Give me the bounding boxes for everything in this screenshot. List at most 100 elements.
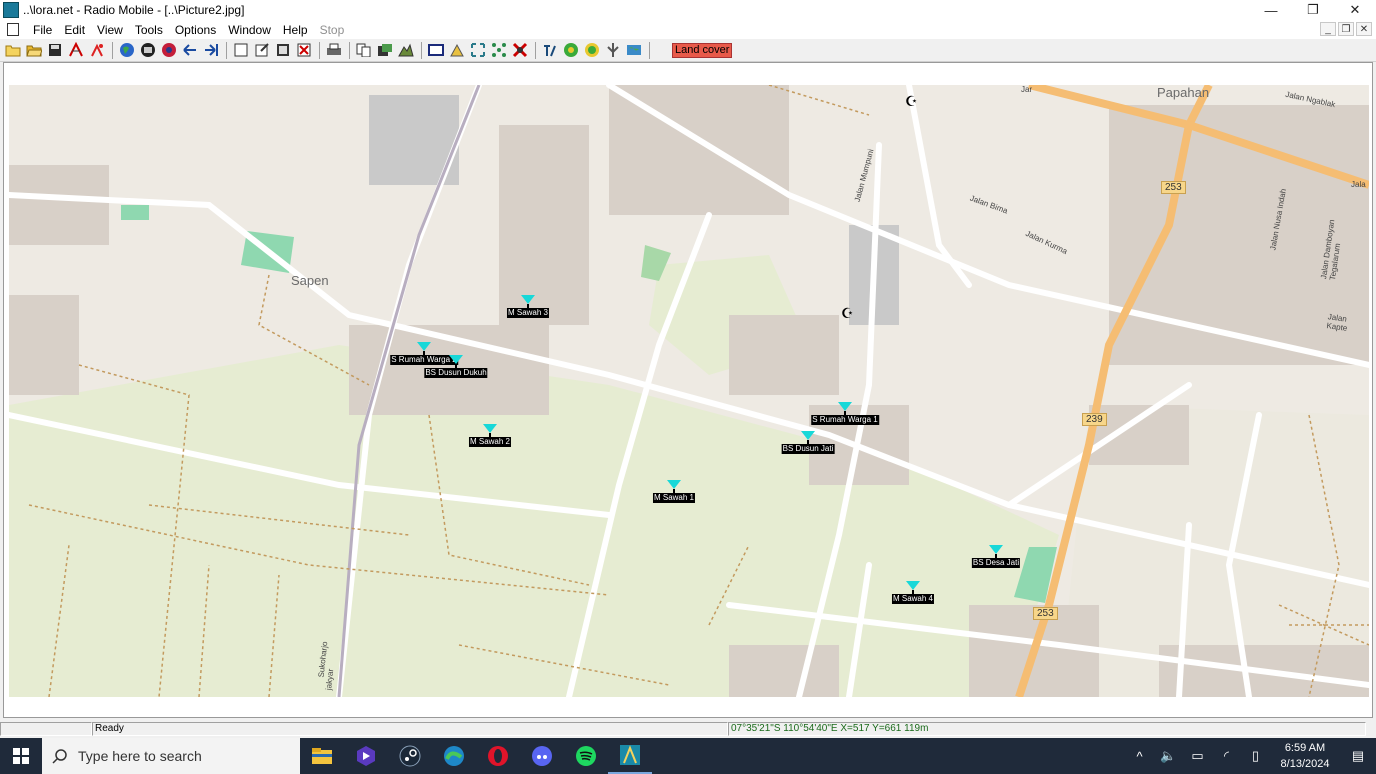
status-panel-left — [0, 722, 92, 736]
unit-marker-icon — [801, 431, 815, 440]
polar-coverage-icon[interactable] — [468, 41, 487, 60]
street-label-jar: Jar — [1021, 85, 1033, 94]
new-file-icon[interactable] — [3, 41, 22, 60]
discord-icon[interactable] — [520, 738, 564, 774]
print-icon[interactable] — [324, 41, 343, 60]
notification-icon[interactable]: ▤ — [1340, 748, 1376, 764]
map-properties-icon[interactable] — [138, 41, 157, 60]
menu-stop: Stop — [319, 22, 345, 37]
radio-mobile-taskbar-icon[interactable] — [608, 738, 652, 774]
clock-time: 6:59 AM — [1284, 742, 1326, 754]
unit-marker-icon — [667, 480, 681, 489]
road-number-badge: 253 — [1033, 607, 1058, 620]
spotify-icon[interactable] — [564, 738, 608, 774]
copy-picture-icon[interactable] — [273, 41, 292, 60]
edit-picture-icon[interactable] — [252, 41, 271, 60]
mdi-child-controls: _ ❐ ✕ — [1320, 22, 1372, 36]
toolbar-separator — [349, 41, 350, 59]
unit-label: M Sawah 3 — [506, 308, 550, 318]
start-button[interactable] — [0, 738, 42, 774]
menu-window[interactable]: Window — [222, 23, 277, 37]
search-placeholder: Type here to search — [78, 748, 202, 764]
document-icon[interactable] — [7, 23, 19, 36]
map-background — [9, 85, 1369, 697]
world-map-icon[interactable] — [624, 41, 643, 60]
windows-logo-icon — [13, 748, 29, 764]
window-controls: — ❐ ✕ — [1250, 0, 1376, 20]
mdi-close-button[interactable]: ✕ — [1356, 22, 1372, 36]
elevation-map-icon[interactable] — [396, 41, 415, 60]
wifi-icon[interactable]: ◜ — [1212, 748, 1241, 764]
unit-properties-icon[interactable] — [87, 41, 106, 60]
unit-label: BS Dusun Jati — [781, 444, 835, 454]
street-label-jala: Jala — [1351, 180, 1366, 189]
toolbar-separator — [535, 41, 536, 59]
radio-coverage-icon[interactable] — [159, 41, 178, 60]
status-ready: Ready — [92, 722, 728, 736]
title-bar: ..\lora.net - Radio Mobile - [..\Picture… — [0, 0, 1376, 20]
land-cover-button[interactable]: Land cover — [672, 42, 733, 58]
chevron-up-icon[interactable]: ^ — [1125, 749, 1154, 764]
arrow-left-icon[interactable] — [180, 41, 199, 60]
mdi-restore-button[interactable]: ❐ — [1338, 22, 1354, 36]
antenna-icon[interactable] — [603, 41, 622, 60]
battery-icon[interactable]: ▭ — [1183, 748, 1212, 764]
window-title: ..\lora.net - Radio Mobile - [..\Picture… — [23, 3, 245, 17]
network-properties-icon[interactable] — [66, 41, 85, 60]
unit-label: S Rumah Warga 2 — [390, 355, 458, 365]
radio-mobile-app-icon — [3, 2, 19, 18]
taskbar-search-box[interactable]: Type here to search — [42, 738, 300, 774]
close-button[interactable]: ✕ — [1334, 0, 1376, 20]
unit-marker-icon — [417, 342, 431, 351]
menu-file[interactable]: File — [27, 23, 58, 37]
menu-options[interactable]: Options — [169, 23, 222, 37]
clipchamp-icon[interactable] — [344, 738, 388, 774]
unit-label: M Sawah 4 — [891, 594, 935, 604]
opera-icon[interactable] — [476, 738, 520, 774]
unit-marker-icon — [521, 295, 535, 304]
minimize-button[interactable]: — — [1250, 0, 1292, 20]
picture-window: Sapen Papahan Jalan Ngablak Jalan Bima J… — [3, 62, 1373, 718]
globe-icon[interactable] — [117, 41, 136, 60]
unit-marker-icon — [449, 355, 463, 364]
route-coverage-icon[interactable] — [540, 41, 559, 60]
clock-date: 8/13/2024 — [1280, 758, 1330, 770]
menu-help[interactable]: Help — [277, 23, 314, 37]
new-window-icon[interactable] — [231, 41, 250, 60]
copy-icon[interactable] — [354, 41, 373, 60]
toolbar: Land cover — [0, 39, 1376, 62]
menu-edit[interactable]: Edit — [58, 23, 91, 37]
mdi-minimize-button[interactable]: _ — [1320, 22, 1336, 36]
merge-pictures-icon[interactable] — [375, 41, 394, 60]
find-best-site-icon[interactable] — [561, 41, 580, 60]
unit-label: M Sawah 2 — [468, 437, 512, 447]
road-number-badge: 239 — [1082, 413, 1107, 426]
volume-icon[interactable]: 🔈 — [1154, 748, 1183, 764]
open-folder-icon[interactable] — [24, 41, 43, 60]
interference-icon[interactable] — [510, 41, 529, 60]
status-coordinates: 07°35'21"S 110°54'40"E X=517 Y=661 119m — [728, 722, 1366, 736]
toolbar-separator — [112, 41, 113, 59]
delete-picture-icon[interactable] — [294, 41, 313, 60]
find-site-icon[interactable] — [582, 41, 601, 60]
map-canvas[interactable]: Sapen Papahan Jalan Ngablak Jalan Bima J… — [9, 85, 1369, 697]
toolbar-separator — [319, 41, 320, 59]
toolbar-separator — [649, 41, 650, 59]
steam-icon[interactable] — [388, 738, 432, 774]
visual-coverage-icon[interactable] — [447, 41, 466, 60]
mdi-area: Sapen Papahan Jalan Ngablak Jalan Bima J… — [0, 62, 1376, 720]
edge-icon[interactable] — [432, 738, 476, 774]
display-icon[interactable]: ▯ — [1241, 748, 1270, 764]
radio-link-icon[interactable] — [426, 41, 445, 60]
taskbar-clock[interactable]: 6:59 AM 8/13/2024 — [1270, 740, 1340, 772]
file-explorer-icon[interactable] — [300, 738, 344, 774]
save-icon[interactable] — [45, 41, 64, 60]
menu-tools[interactable]: Tools — [129, 23, 169, 37]
road-number-badge: 253 — [1161, 181, 1186, 194]
maximize-button[interactable]: ❐ — [1292, 0, 1334, 20]
unit-marker-icon — [906, 581, 920, 590]
menu-view[interactable]: View — [91, 23, 129, 37]
cartesian-coverage-icon[interactable] — [489, 41, 508, 60]
arrow-right-bar-icon[interactable] — [201, 41, 220, 60]
place-label-papahan: Papahan — [1157, 85, 1210, 100]
